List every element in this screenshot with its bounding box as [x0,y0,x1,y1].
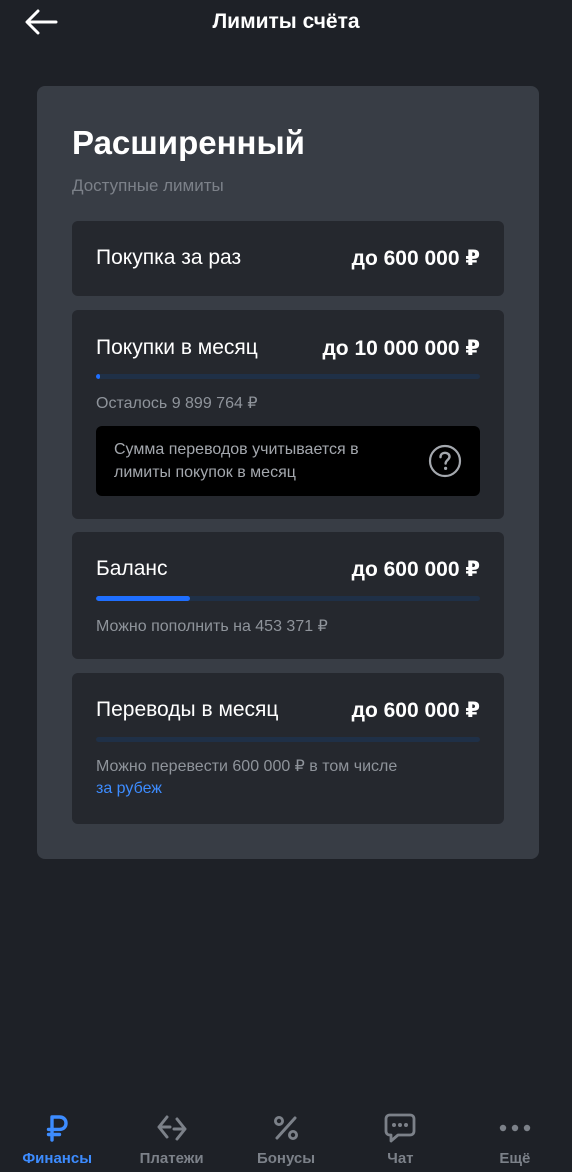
question-circle-icon [428,444,462,478]
tab-label: Ещё [499,1150,531,1167]
page-title: Лимиты счёта [212,10,360,33]
limit-label: Покупка за раз [96,246,242,269]
transfers-note: Можно перевести 600 000 ₽ в том числе [96,758,398,775]
limit-value: до 10 000 000 ₽ [322,337,480,360]
limit-value: до 600 000 ₽ [351,558,480,581]
tab-more[interactable]: Ещё [458,1098,572,1172]
chat-bubble-icon [382,1110,418,1146]
abroad-link[interactable]: за рубеж [96,780,162,798]
progress-fill [96,596,191,601]
limit-transfers-month: Переводы в месяц до 600 000 ₽ Можно пере… [72,673,504,824]
limit-balance: Баланс до 600 000 ₽ Можно пополнить на 4… [72,532,504,659]
limit-purchase-once: Покупка за раз до 600 000 ₽ [72,221,504,296]
limit-value: до 600 000 ₽ [351,699,480,722]
tier-subtitle: Доступные лимиты [72,176,224,195]
tab-label: Финансы [22,1150,93,1167]
tab-label: Платежи [139,1150,204,1167]
help-button[interactable] [428,444,462,478]
tier-title: Расширенный [72,124,305,161]
balance-note: Можно пополнить на 453 371 ₽ [96,618,328,635]
top-bar: Лимиты счёта [0,0,572,44]
limit-label: Переводы в месяц [96,698,279,721]
limit-label: Покупки в месяц [96,336,258,359]
limit-label: Баланс [96,557,168,580]
tab-payments[interactable]: Платежи [114,1098,228,1172]
tab-label: Бонусы [256,1150,316,1167]
limit-value: до 600 000 ₽ [351,247,480,270]
tab-finances[interactable]: Финансы [0,1098,114,1172]
limits-card: Расширенный Доступные лимиты Покупка за … [37,86,539,859]
more-dots-icon [497,1110,533,1146]
bottom-tab-bar: Финансы Платежи Бонусы Чат Ещё [0,1098,572,1172]
tab-label: Чат [387,1150,414,1167]
tab-bonuses[interactable]: Бонусы [229,1098,343,1172]
limit-progress-bar [96,596,480,601]
limit-purchases-month: Покупки в месяц до 10 000 000 ₽ Осталось… [72,310,504,519]
info-text: Сумма переводов учитывается в лимиты пок… [114,441,359,481]
info-banner: Сумма переводов учитывается в лимиты пок… [96,426,480,496]
percent-icon [268,1110,304,1146]
limit-progress-bar [96,374,480,379]
remaining-text: Осталось 9 899 764 ₽ [96,395,258,412]
tab-chat[interactable]: Чат [343,1098,457,1172]
progress-fill [96,374,100,379]
transfer-arrows-icon [154,1110,190,1146]
limit-progress-bar [96,737,480,742]
ruble-icon [39,1110,75,1146]
